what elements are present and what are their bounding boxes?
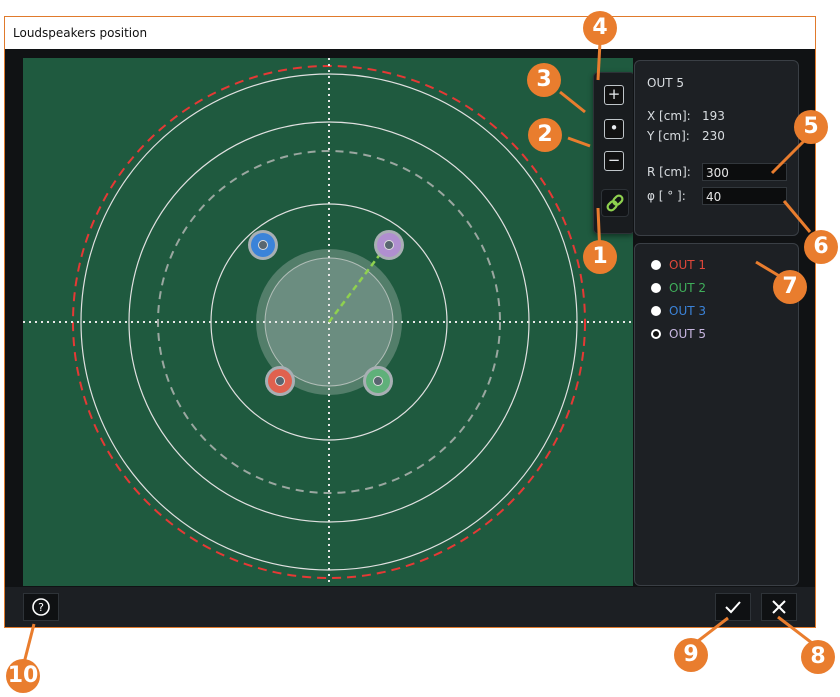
output-option-5[interactable]: OUT 5	[651, 325, 706, 343]
radio-icon	[651, 328, 661, 339]
link-icon	[606, 194, 624, 212]
output-option-label: OUT 2	[669, 281, 707, 295]
plus-icon: +	[607, 85, 621, 103]
svg-text:?: ?	[38, 601, 44, 614]
x-label: X [cm]:	[647, 109, 691, 123]
close-icon	[772, 600, 786, 614]
output-option-1[interactable]: OUT 1	[651, 256, 706, 274]
output-option-label: OUT 3	[669, 304, 707, 318]
ok-button[interactable]	[715, 593, 751, 621]
help-icon: ?	[32, 598, 50, 616]
selected-output-name: OUT 5	[647, 76, 685, 90]
output-option-2[interactable]: OUT 2	[651, 279, 706, 297]
r-label: R [cm]:	[647, 165, 691, 179]
output-option-label: OUT 1	[669, 258, 707, 272]
radio-icon	[651, 282, 661, 293]
check-icon	[725, 601, 741, 614]
fit-icon: •	[609, 119, 619, 137]
y-value: 230	[702, 129, 725, 143]
minus-icon: −	[607, 151, 621, 169]
callout-1: 1	[583, 240, 617, 274]
callout-10: 10	[6, 659, 40, 693]
zoom-fit-button[interactable]: •	[604, 119, 624, 139]
output-option-label: OUT 5	[669, 327, 707, 341]
radio-icon	[651, 259, 661, 270]
callout-8: 8	[801, 640, 835, 674]
phi-input[interactable]: 40	[702, 187, 787, 205]
link-toggle-button[interactable]	[601, 189, 629, 217]
speaker-info-panel: OUT 5 X [cm]: 193 Y [cm]: 230 R [cm]: 30…	[634, 60, 799, 236]
window-title: Loudspeakers position	[5, 17, 815, 49]
help-button[interactable]: ?	[23, 593, 59, 621]
x-value: 193	[702, 109, 725, 123]
speaker-out-red[interactable]	[265, 366, 295, 396]
zoom-out-button[interactable]: −	[604, 151, 624, 171]
callout-6: 6	[804, 230, 838, 264]
speaker-out-blue[interactable]	[248, 230, 278, 260]
callout-7: 7	[773, 270, 807, 304]
window-content: + • − OUT 5 X [cm]: 193 Y [cm]: 230 R [c…	[5, 49, 815, 627]
speaker-out-purple[interactable]	[374, 230, 404, 260]
zoom-in-button[interactable]: +	[604, 85, 624, 105]
zoom-toolbox: + • −	[593, 72, 633, 234]
phi-label: φ [ ° ]:	[647, 189, 686, 203]
callout-4: 4	[583, 11, 617, 45]
r-input[interactable]: 300	[702, 163, 787, 181]
output-option-3[interactable]: OUT 3	[651, 302, 706, 320]
speaker-out-green[interactable]	[363, 366, 393, 396]
radio-icon	[651, 305, 661, 316]
close-button[interactable]	[761, 593, 797, 621]
callout-2: 2	[528, 118, 562, 152]
callout-5: 5	[794, 110, 828, 144]
callout-3: 3	[527, 63, 561, 97]
bottom-bar: ?	[5, 587, 815, 627]
y-label: Y [cm]:	[647, 129, 690, 143]
callout-9: 9	[674, 638, 708, 672]
loudspeakers-window: Loudspeakers position + • − OUT 5 X [cm]…	[4, 16, 816, 628]
